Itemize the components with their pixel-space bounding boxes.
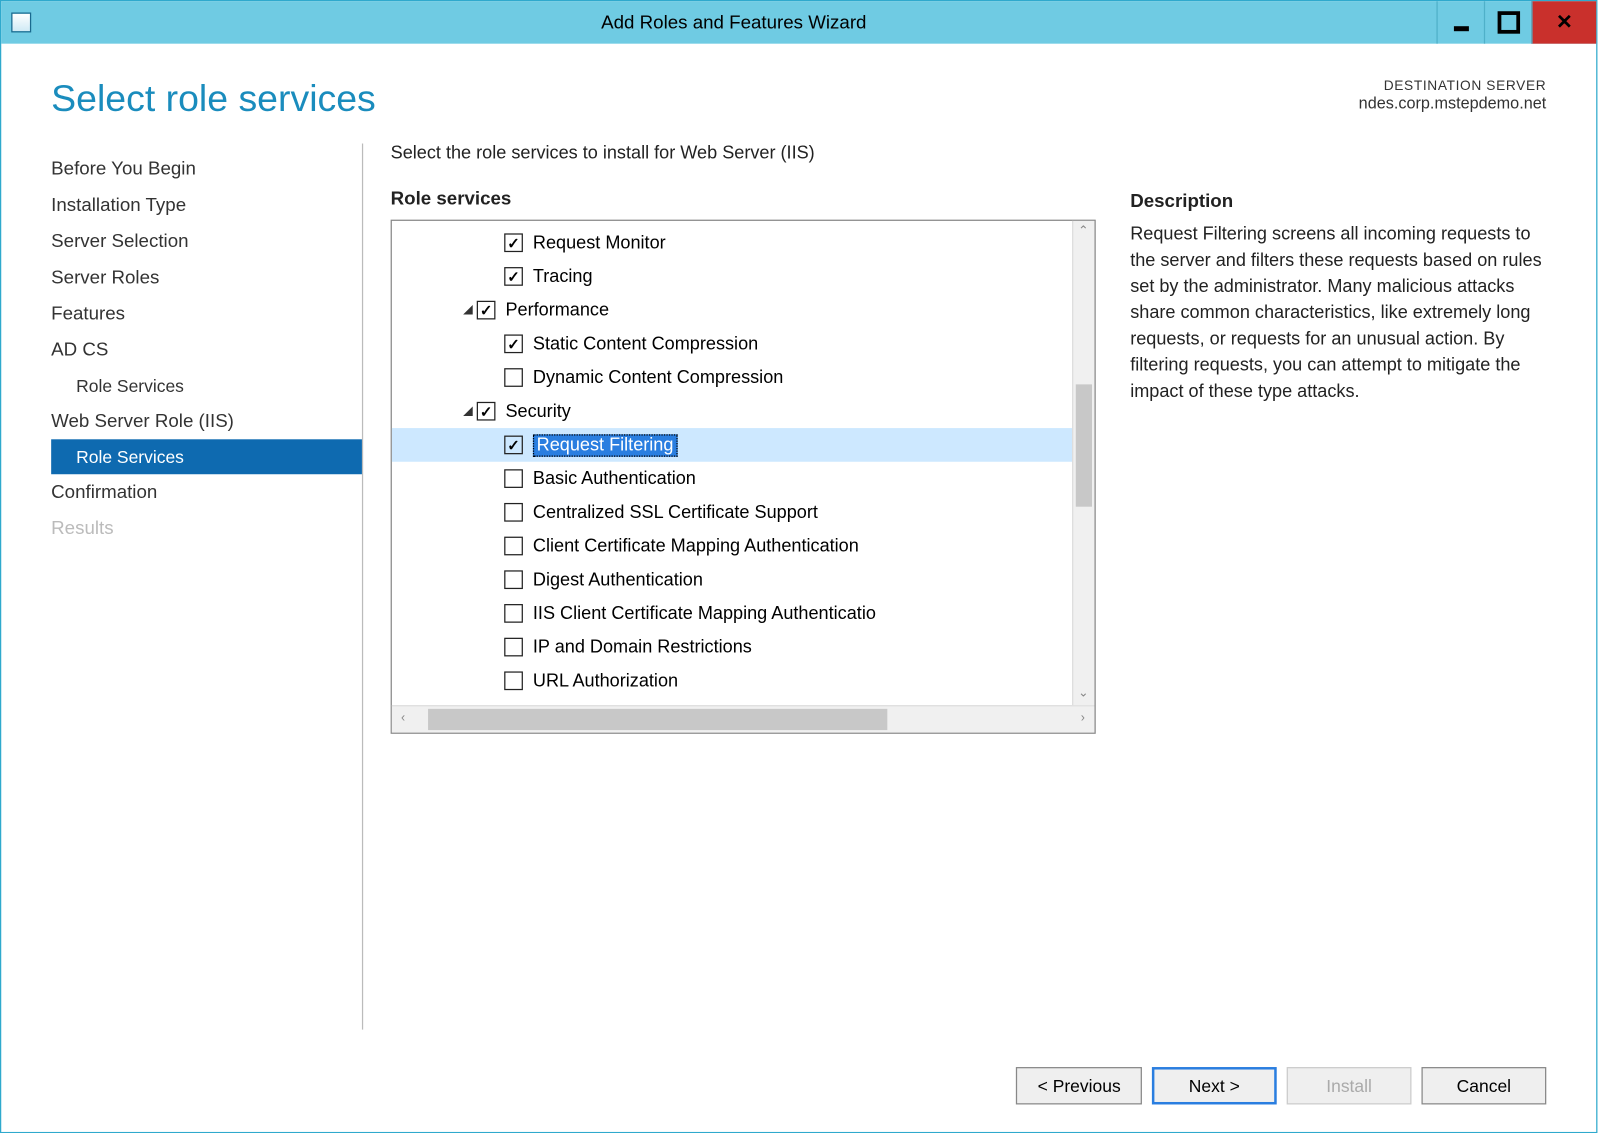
checkbox[interactable] [477, 301, 496, 320]
next-button[interactable]: Next > [1152, 1067, 1277, 1104]
tree-item-label: Security [505, 401, 570, 421]
minimize-button[interactable] [1436, 1, 1483, 43]
checkbox[interactable] [504, 503, 523, 522]
tree-row[interactable]: Centralized SSL Certificate Support [392, 495, 1094, 529]
tree-item-label: Dynamic Content Compression [533, 368, 783, 388]
scroll-right-icon[interactable]: › [1072, 706, 1094, 732]
close-button[interactable] [1531, 1, 1596, 43]
checkbox[interactable] [504, 469, 523, 488]
description-text: Request Filtering screens all incoming r… [1130, 222, 1546, 406]
caret-open-icon[interactable]: ◢ [459, 404, 476, 418]
tree-row[interactable]: Tracing [392, 260, 1094, 294]
nav-item[interactable]: Confirmation [51, 474, 362, 510]
hscroll-thumb[interactable] [427, 709, 887, 730]
tree-row[interactable]: Request Filtering [392, 428, 1094, 462]
tree-row[interactable]: Dynamic Content Compression [392, 361, 1094, 395]
role-services-tree: Request Monitor Tracing ◢ Performance Static… [391, 220, 1096, 734]
tree-item-label: Digest Authentication [533, 570, 703, 590]
tree-row[interactable]: ◢ Performance [392, 293, 1094, 327]
main-area: Before You BeginInstallation TypeServer … [1, 144, 1596, 1050]
tree-item-label: Windows Authentication [533, 704, 725, 705]
tree-row[interactable]: Basic Authentication [392, 462, 1094, 496]
tree-item-label: Centralized SSL Certificate Support [533, 502, 818, 522]
checkbox[interactable] [504, 638, 523, 657]
tree-item-label: Client Certificate Mapping Authenticatio… [533, 536, 859, 556]
checkbox[interactable] [504, 537, 523, 556]
destination-info: DESTINATION SERVER ndes.corp.mstepdemo.n… [1359, 79, 1547, 113]
role-services-label: Role services [391, 188, 1096, 209]
header-area: Select role services DESTINATION SERVER … [1, 44, 1596, 144]
window-title: Add Roles and Features Wizard [31, 12, 1436, 33]
checkbox[interactable] [504, 570, 523, 589]
checkbox[interactable] [504, 604, 523, 623]
window-controls [1436, 1, 1596, 43]
tree-item-label: Request Monitor [533, 233, 666, 253]
checkbox[interactable] [504, 267, 523, 286]
tree-item-label: Basic Authentication [533, 469, 696, 489]
nav-item[interactable]: Role Services [51, 439, 362, 474]
vscroll-track[interactable] [1073, 243, 1094, 682]
tree-row[interactable]: IIS Client Certificate Mapping Authentic… [392, 597, 1094, 631]
tree-item-label: Tracing [533, 266, 593, 286]
scroll-left-icon[interactable]: ‹ [392, 706, 414, 732]
nav-item[interactable]: AD CS [51, 332, 362, 368]
checkbox[interactable] [504, 368, 523, 387]
vertical-scrollbar[interactable]: ⌃ ⌄ [1072, 221, 1094, 705]
page-title: Select role services [51, 79, 376, 121]
tree-row[interactable]: Windows Authentication [392, 698, 1094, 705]
wizard-sidebar: Before You BeginInstallation TypeServer … [51, 144, 363, 1030]
destination-label: DESTINATION SERVER [1359, 79, 1547, 94]
instruction-text: Select the role services to install for … [391, 144, 1096, 164]
app-icon [11, 12, 31, 32]
checkbox[interactable] [477, 402, 496, 421]
tree-item-label: Performance [505, 300, 609, 320]
nav-item: Results [51, 510, 362, 546]
install-button: Install [1287, 1067, 1412, 1104]
content-area: Select the role services to install for … [363, 144, 1546, 1030]
tree-item-label: URL Authorization [533, 671, 678, 691]
maximize-button[interactable] [1484, 1, 1531, 43]
titlebar: Add Roles and Features Wizard [1, 1, 1596, 43]
tree-row[interactable]: Static Content Compression [392, 327, 1094, 361]
scroll-down-icon[interactable]: ⌄ [1073, 683, 1094, 705]
destination-server: ndes.corp.mstepdemo.net [1359, 94, 1547, 113]
tree-row[interactable]: Digest Authentication [392, 563, 1094, 597]
tree-item-label: IIS Client Certificate Mapping Authentic… [533, 603, 876, 623]
checkbox[interactable] [504, 334, 523, 353]
description-column: Description Request Filtering screens al… [1130, 144, 1546, 1030]
scroll-up-icon[interactable]: ⌃ [1073, 221, 1094, 243]
previous-button[interactable]: < Previous [1016, 1067, 1141, 1104]
checkbox[interactable] [504, 436, 523, 455]
nav-item[interactable]: Role Services [51, 368, 362, 403]
tree-row[interactable]: IP and Domain Restrictions [392, 630, 1094, 664]
cancel-button[interactable]: Cancel [1421, 1067, 1546, 1104]
wizard-footer: < Previous Next > Install Cancel [1, 1050, 1596, 1132]
tree-row[interactable]: Request Monitor [392, 226, 1094, 260]
tree-row[interactable]: ◢ Security [392, 394, 1094, 428]
nav-item[interactable]: Server Roles [51, 260, 362, 296]
horizontal-scrollbar[interactable]: ‹ › [392, 705, 1094, 732]
nav-item[interactable]: Server Selection [51, 223, 362, 259]
description-label: Description [1130, 191, 1546, 212]
caret-open-icon[interactable]: ◢ [459, 303, 476, 317]
nav-item[interactable]: Before You Begin [51, 151, 362, 187]
checkbox[interactable] [504, 671, 523, 690]
tree-item-label: Request Filtering [533, 434, 677, 456]
tree-row[interactable]: URL Authorization [392, 664, 1094, 698]
nav-item[interactable]: Web Server Role (IIS) [51, 403, 362, 439]
tree-item-label: IP and Domain Restrictions [533, 637, 752, 657]
checkbox[interactable] [504, 233, 523, 252]
wizard-window: Add Roles and Features Wizard Select rol… [0, 0, 1597, 1133]
role-services-column: Select the role services to install for … [391, 144, 1096, 1030]
tree-item-label: Static Content Compression [533, 334, 758, 354]
tree-row[interactable]: Client Certificate Mapping Authenticatio… [392, 529, 1094, 563]
vscroll-thumb[interactable] [1075, 384, 1091, 507]
nav-item[interactable]: Installation Type [51, 187, 362, 223]
wizard-body: Select role services DESTINATION SERVER … [1, 44, 1596, 1132]
tree-viewport[interactable]: Request Monitor Tracing ◢ Performance Static… [392, 221, 1094, 705]
hscroll-track[interactable] [414, 706, 1071, 732]
nav-item[interactable]: Features [51, 296, 362, 332]
